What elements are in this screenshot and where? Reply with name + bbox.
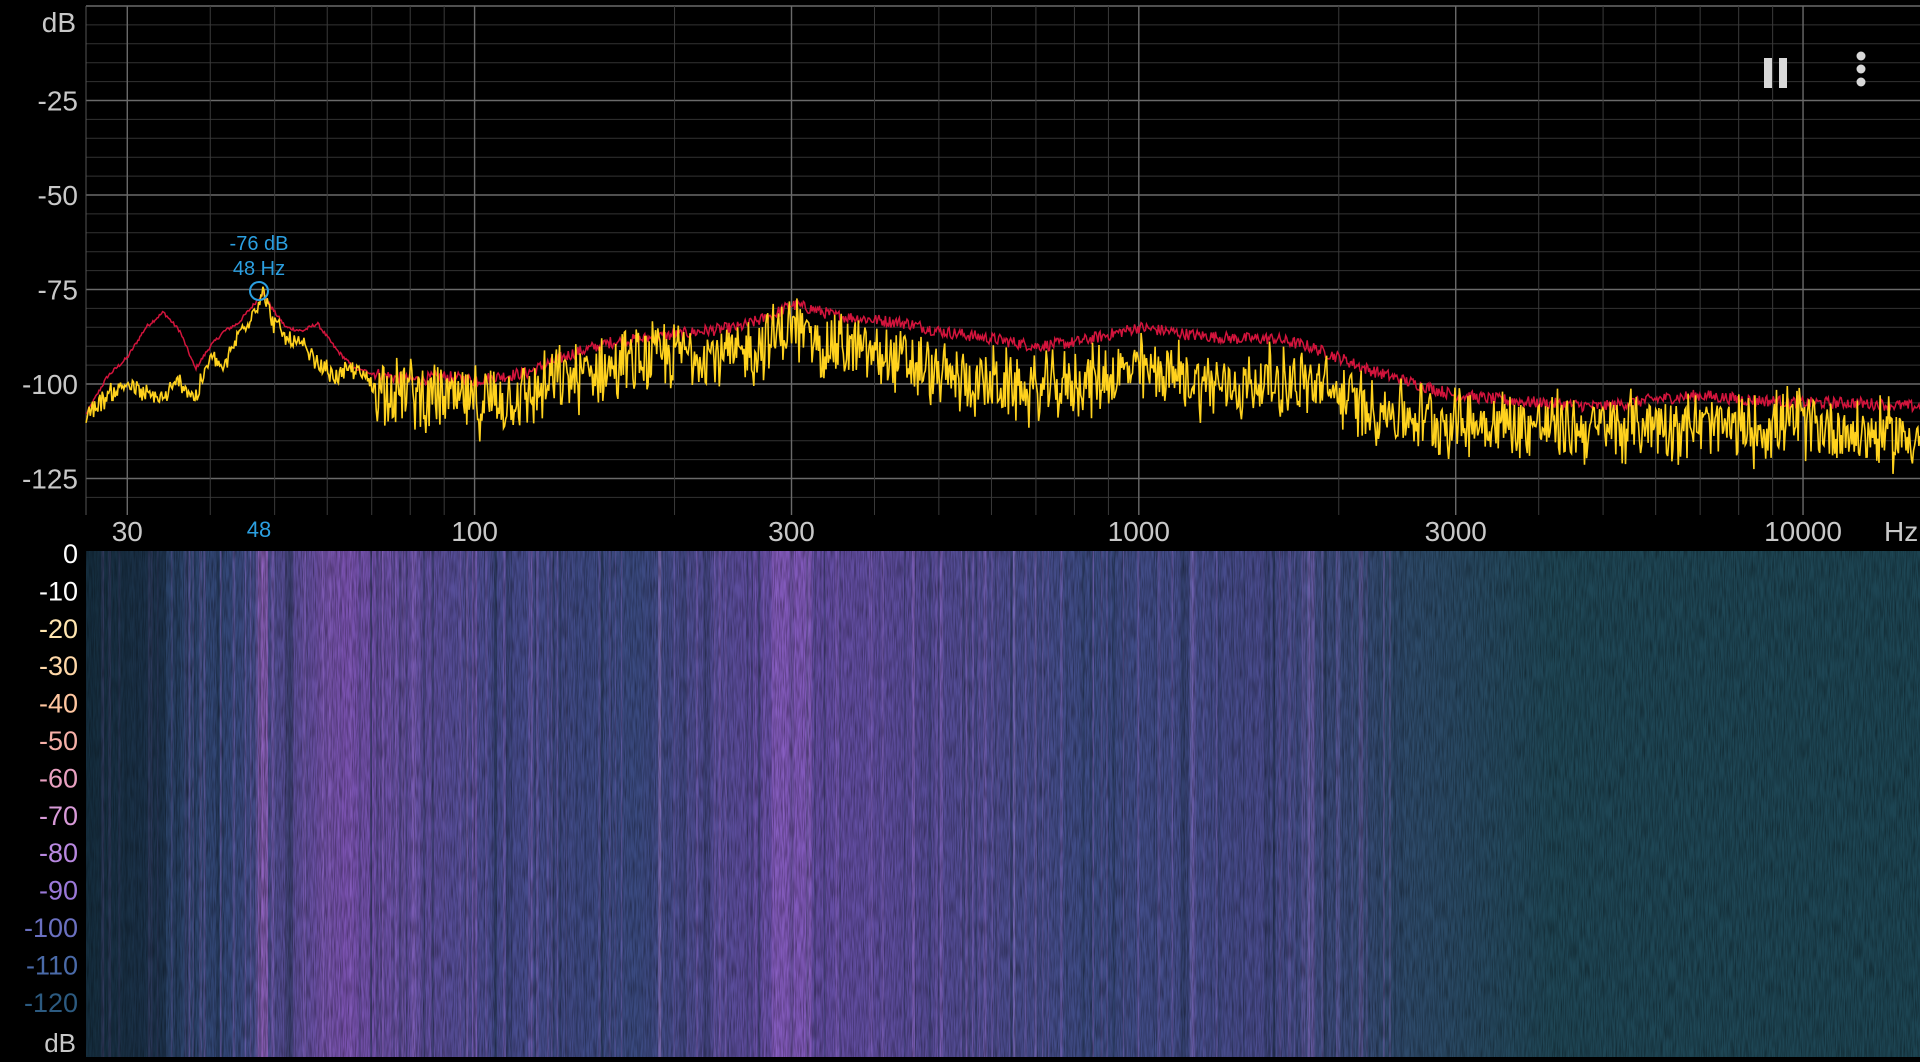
spectrogram-scale-label: -80 — [39, 838, 78, 868]
x-tick-label: 10000 — [1764, 516, 1842, 547]
spectrogram-scale-label: -20 — [39, 614, 78, 644]
spectrogram-scale-label: -120 — [24, 988, 78, 1018]
spectrogram-noise — [86, 551, 1920, 1057]
more-options-button[interactable] — [1836, 48, 1888, 100]
spectrum-y-unit: dB — [42, 7, 76, 38]
peak-db-label: -76 dB — [230, 233, 289, 255]
spectrogram-scale-label: -60 — [39, 763, 78, 793]
spectrogram-scale-label: -70 — [39, 801, 78, 831]
y-tick-label: -125 — [22, 464, 78, 495]
spectrogram-scale-label: -10 — [39, 576, 78, 606]
spectrum-x-unit: Hz — [1884, 516, 1918, 547]
more-vert-icon — [1856, 51, 1866, 87]
y-tick-label: -75 — [38, 275, 78, 306]
x-tick-label: 1000 — [1108, 516, 1170, 547]
x-tick-label: 30 — [112, 516, 143, 547]
peak-axis-label: 48 — [247, 517, 271, 542]
spectrogram-fade — [86, 551, 166, 1057]
y-tick-label: -100 — [22, 369, 78, 400]
spectrogram-scale-label: -100 — [24, 913, 78, 943]
live-spectrum-line — [85, 286, 1920, 474]
x-tick-label: 3000 — [1425, 516, 1487, 547]
spectrogram-scale-label: 0 — [63, 539, 78, 569]
y-tick-label: -50 — [38, 180, 78, 211]
spectrogram-scale-label: -90 — [39, 876, 78, 906]
x-tick-label: 100 — [451, 516, 498, 547]
peak-marker: -76 dB 48 Hz 48 — [230, 233, 289, 542]
spectrogram-y-unit: dB — [44, 1028, 76, 1057]
spectrogram-scale-label: -110 — [26, 950, 78, 980]
spectrum-x-axis: 30 100 300 1000 3000 10000 — [112, 516, 1842, 547]
spectrum-grid — [85, 5, 1920, 515]
audio-analyzer-app: -25 -50 -75 -100 -125 30 100 300 1000 3000 10000 … — [0, 0, 1920, 1058]
spectrogram-scale: 0 -10 -20 -30 -40 -50 -60 -70 -80 -90 -100 -110 -120 — [24, 539, 78, 1018]
analyzer-canvas: -25-50-75-100-125 30 100 300 1000 3000 10000 … — [22, 5, 1920, 1058]
spectrum-traces — [85, 286, 1920, 474]
y-tick-label: -25 — [38, 86, 78, 117]
x-tick-label: 300 — [768, 516, 815, 547]
spectrogram-scale-label: -30 — [39, 651, 78, 681]
spectrum-y-axis: -25 -50 -75 -100 -125 — [22, 86, 78, 495]
pause-icon — [1764, 58, 1787, 88]
spectrogram-scale-label: -40 — [39, 689, 78, 719]
peak-hz-label: 48 Hz — [233, 258, 285, 280]
spectrogram-scale-label: -50 — [39, 726, 78, 756]
pause-button[interactable] — [1750, 48, 1802, 100]
peak-marker-circle — [249, 281, 269, 301]
spectrogram — [86, 551, 1920, 1057]
